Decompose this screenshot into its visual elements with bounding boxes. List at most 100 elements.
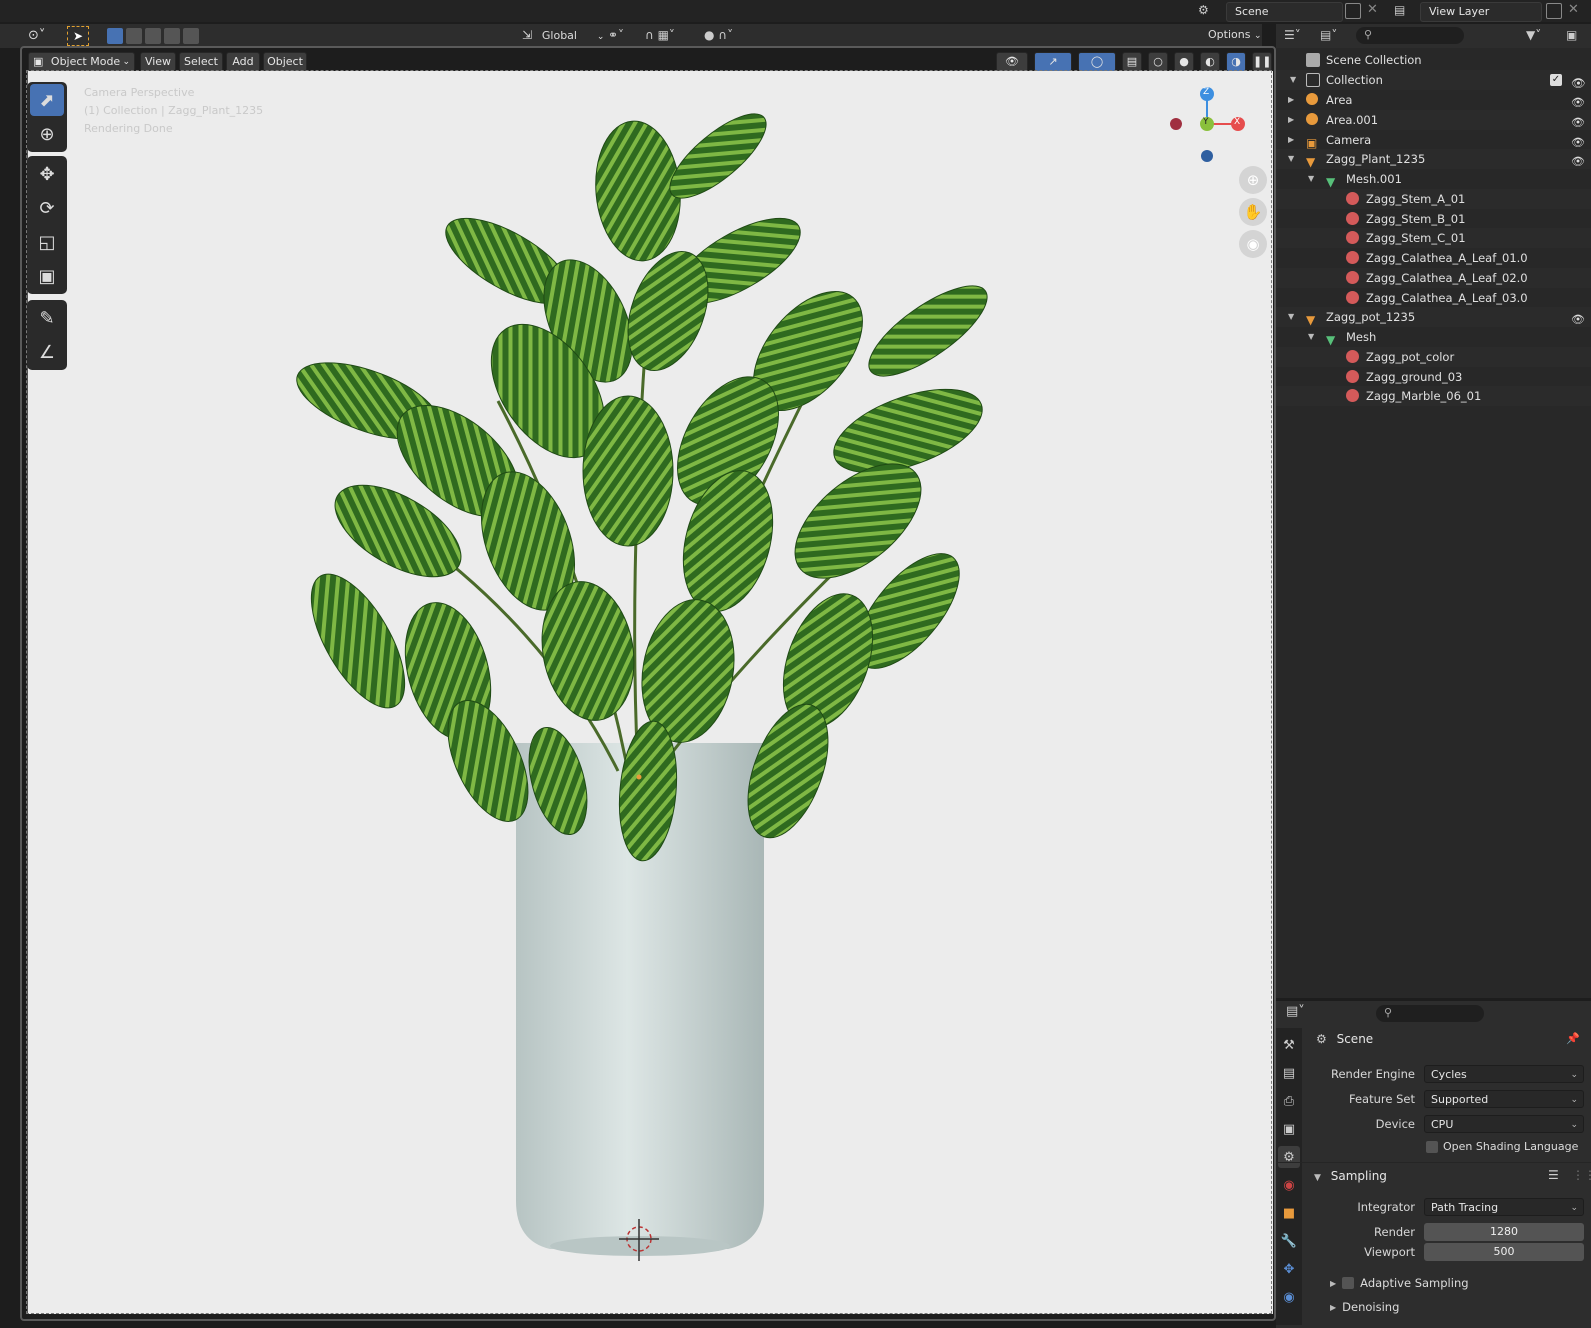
outliner-row[interactable]: Zagg_Stem_B_01	[1276, 209, 1591, 229]
outliner-search-input[interactable]: ⚲	[1356, 27, 1464, 44]
overlay-toggle-icon[interactable]: ◯	[1078, 52, 1116, 72]
options-dropdown[interactable]: Options ⌄	[1208, 28, 1262, 41]
feature-set-dropdown[interactable]: Supported ⌄	[1424, 1090, 1584, 1108]
material-shading-icon[interactable]: ◐	[1200, 52, 1220, 72]
scene-type-icon[interactable]: ⚙	[1198, 3, 1224, 19]
expand-toggle-icon[interactable]: ▼	[1308, 169, 1314, 189]
outliner-row[interactable]: Zagg_Marble_06_01	[1276, 386, 1591, 407]
new-collection-icon[interactable]: ▣	[1566, 28, 1577, 42]
solid-shading-icon[interactable]: ●	[1174, 52, 1194, 72]
select-invert-icon[interactable]	[164, 28, 180, 44]
close-scene-icon[interactable]: ✕	[1367, 2, 1378, 17]
expand-toggle-icon[interactable]: ▶	[1288, 90, 1294, 110]
outliner-row[interactable]: Zagg_Stem_C_01	[1276, 228, 1591, 249]
navigation-gizmo[interactable]: Z Y X	[1170, 86, 1260, 166]
select-intersect-icon[interactable]	[183, 28, 199, 44]
proportional-edit-icon[interactable]: ● ∩˅	[704, 28, 733, 42]
pin-icon[interactable]: 📌	[1566, 1032, 1580, 1045]
outliner-filter-mode-icon[interactable]: ▤˅	[1320, 28, 1337, 42]
outliner-row[interactable]: ▼ ▼ Mesh.001	[1276, 169, 1591, 189]
expand-toggle-icon[interactable]: ▼	[1290, 70, 1296, 90]
render-engine-dropdown[interactable]: Cycles ⌄	[1424, 1065, 1584, 1083]
outliner-row[interactable]: Zagg_Calathea_A_Leaf_03.0	[1276, 288, 1591, 308]
outliner-row[interactable]: ▶ ▣ Camera 👁	[1276, 130, 1591, 150]
pan-hand-icon[interactable]: ✋	[1239, 198, 1267, 226]
transform-tool-icon[interactable]: ▣	[30, 260, 64, 292]
drag-handle-icon[interactable]: ⋮⋮	[1572, 1168, 1591, 1182]
editor-type-icon[interactable]: ⊙˅	[28, 28, 45, 43]
eye-icon[interactable]: 👁	[1571, 93, 1585, 109]
particles-tab-icon[interactable]: ✥	[1278, 1258, 1300, 1280]
outliner-row[interactable]: ▼ ▼ Zagg_pot_1235 👁	[1276, 307, 1591, 328]
select-extend-icon[interactable]	[126, 28, 142, 44]
osl-checkbox-row[interactable]: Open Shading Language	[1426, 1140, 1578, 1153]
menu-select[interactable]: Select	[179, 52, 223, 72]
output-tab-icon[interactable]: ⎙	[1278, 1090, 1300, 1112]
rotate-tool-icon[interactable]: ⟳	[30, 192, 64, 224]
modifier-tab-icon[interactable]: 🔧	[1278, 1230, 1300, 1252]
outliner-row[interactable]: Zagg_pot_color	[1276, 346, 1591, 367]
properties-editor-icon[interactable]: ▤˅	[1286, 1004, 1305, 1019]
move-tool-icon[interactable]: ✥	[30, 158, 64, 190]
eye-icon[interactable]: 👁	[1571, 133, 1585, 149]
expand-toggle-icon[interactable]: ▶	[1288, 130, 1294, 150]
denoising-subpanel[interactable]: ▶ Denoising	[1330, 1300, 1399, 1314]
display-mode-icon[interactable]: ☰˅	[1284, 28, 1301, 42]
menu-add[interactable]: Add	[226, 52, 260, 72]
eye-icon[interactable]: 👁	[1571, 113, 1585, 129]
outliner-row[interactable]: Zagg_Calathea_A_Leaf_02.0	[1276, 267, 1591, 288]
eye-icon[interactable]: 👁	[1571, 73, 1586, 90]
cursor-tool-icon[interactable]: ⊕	[30, 118, 64, 150]
outliner-row-collection[interactable]: ▼ Collection ✓ 👁	[1276, 70, 1591, 90]
outliner-row[interactable]: ▼ ▼ Mesh	[1276, 327, 1591, 347]
render-samples-field[interactable]: 1280	[1424, 1223, 1584, 1241]
osl-checkbox[interactable]	[1426, 1140, 1438, 1153]
device-dropdown[interactable]: CPU ⌄	[1424, 1115, 1584, 1133]
close-view-layer-icon[interactable]: ✕	[1568, 2, 1579, 17]
outliner-row[interactable]: Zagg_Stem_A_01	[1276, 188, 1591, 209]
select-box-tool-icon[interactable]: ⬈	[30, 84, 64, 116]
expand-toggle-icon[interactable]: ▼	[1308, 327, 1314, 347]
gizmo-toggle-icon[interactable]: ↗	[1034, 52, 1072, 72]
expand-toggle-icon[interactable]: ▶	[1288, 110, 1294, 130]
outliner-row[interactable]: ▶ Area.001 👁	[1276, 109, 1591, 130]
expand-toggle-icon[interactable]: ▼	[1288, 149, 1294, 169]
zoom-icon[interactable]: ⊕	[1239, 166, 1267, 194]
visibility-icon[interactable]: 👁	[996, 52, 1028, 72]
adaptive-sampling-checkbox[interactable]	[1342, 1277, 1355, 1289]
viewport-samples-field[interactable]: 500	[1424, 1243, 1584, 1261]
outliner-row-scene-collection[interactable]: Scene Collection	[1276, 50, 1591, 70]
adaptive-sampling-subpanel[interactable]: ▶ Adaptive Sampling	[1330, 1276, 1469, 1290]
copy-scene-icon[interactable]	[1345, 3, 1361, 19]
scene-selector[interactable]: Scene	[1226, 2, 1343, 22]
physics-tab-icon[interactable]: ◉	[1278, 1286, 1300, 1308]
scene-tab-icon[interactable]: ⚙	[1278, 1146, 1300, 1168]
mode-dropdown[interactable]: ▣ Object Mode ⌄	[28, 52, 135, 72]
expand-toggle-icon[interactable]: ▼	[1288, 307, 1294, 327]
presets-list-icon[interactable]: ☰	[1548, 1168, 1559, 1182]
select-subtract-icon[interactable]	[145, 28, 161, 44]
object-tab-icon[interactable]: ■	[1278, 1202, 1300, 1224]
menu-view[interactable]: View	[140, 52, 176, 72]
outliner-row[interactable]: ▼ ▼ Zagg_Plant_1235 👁	[1276, 149, 1591, 170]
world-tab-icon[interactable]: ◉	[1278, 1174, 1300, 1196]
render-tab-icon[interactable]: ▤	[1278, 1062, 1300, 1084]
filter-icon[interactable]: ▼˅	[1526, 28, 1541, 42]
select-tool-icon[interactable]: ➤	[67, 26, 89, 46]
snap-icon[interactable]: ∩ ▦˅	[645, 28, 675, 42]
outliner-row[interactable]: Zagg_ground_03	[1276, 367, 1591, 387]
rendered-shading-icon[interactable]: ◑	[1226, 52, 1246, 72]
scale-tool-icon[interactable]: ◱	[30, 226, 64, 258]
properties-search-input[interactable]: ⚲	[1376, 1005, 1484, 1022]
sampling-panel-header[interactable]: ▼ Sampling	[1314, 1169, 1387, 1183]
view-layer-tab-icon[interactable]: ▣	[1278, 1118, 1300, 1140]
outliner-row[interactable]: Zagg_Calathea_A_Leaf_01.0	[1276, 248, 1591, 268]
camera-view-icon[interactable]: ◉	[1239, 230, 1267, 258]
pivot-point-icon[interactable]: ⚭˅	[608, 28, 624, 42]
annotate-tool-icon[interactable]: ✎	[30, 302, 64, 334]
menu-object[interactable]: Object	[263, 52, 307, 72]
wireframe-shading-icon[interactable]: ○	[1148, 52, 1168, 72]
pause-render-icon[interactable]: ❚❚	[1252, 52, 1272, 72]
exclude-checkbox[interactable]: ✓	[1550, 74, 1562, 86]
tool-tab-icon[interactable]: ⚒	[1278, 1034, 1300, 1056]
